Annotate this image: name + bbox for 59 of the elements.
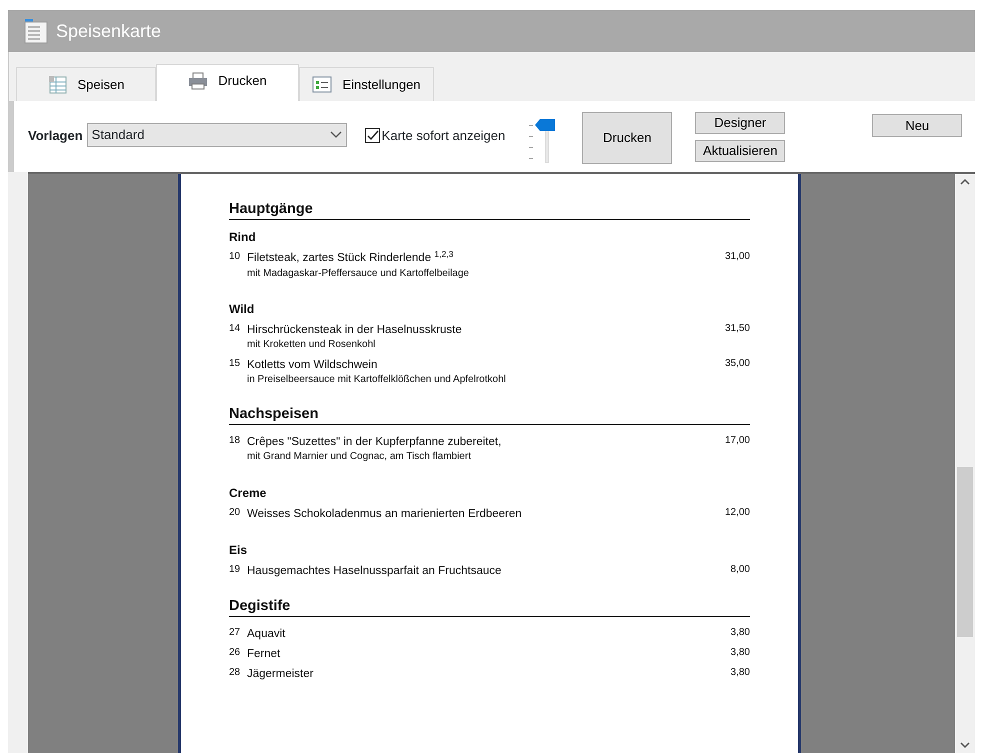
item-name: Crêpes "Suzettes" in der Kupferpfanne zubereitet, (247, 434, 502, 450)
new-button[interactable]: Neu (872, 114, 962, 137)
tab[interactable]: Einstellungen (299, 67, 434, 101)
item-number: 10 (229, 251, 242, 264)
item-name: Jägermeister (247, 667, 314, 682)
item-number: 14 (229, 323, 242, 336)
item-description: in Preiselbeersauce mit Kartoffelklößchen und Apfelrotkohl (247, 374, 507, 387)
designer-button[interactable]: Designer (695, 112, 786, 134)
item-price: 8,00 (730, 564, 750, 578)
item-price: 35,00 (724, 358, 750, 371)
template-dropdown[interactable]: Standard (86, 123, 347, 147)
item-price: 3,80 (730, 667, 750, 680)
item-description: mit Kroketten und Rosenkohl (247, 339, 376, 352)
list-icon (312, 74, 332, 94)
item-name: Aquavit (247, 626, 286, 641)
item-description: mit Grand Marnier und Cognac, am Tisch flambiert (247, 451, 472, 464)
subheading: Creme (229, 486, 268, 501)
item-number: 19 (229, 564, 242, 578)
item-name: Filetsteak, zartes Stück Rinderlende $^{1,2,3}$ (247, 251, 454, 266)
subheading: Eis (229, 543, 248, 558)
checkbox-label: Karte sofort anzeigen (382, 127, 506, 145)
section-heading: Hauptgänge (229, 200, 750, 220)
item-name: Kotletts vom Wildschwein (247, 358, 378, 372)
item-name: Hausgemachtes Haselnussparfait an Fruchtsauce (247, 564, 502, 578)
item-number: 26 (229, 647, 242, 660)
item-price: 17,00 (724, 434, 750, 448)
item-description: mit Madagaskar-Pfeffersauce und Kartoffelbeilage (247, 268, 470, 280)
item-name: Hirschrückensteak in der Haselnusskruste (247, 323, 463, 338)
section-heading: Nachspeisen (229, 404, 750, 425)
item-name: Fernet (247, 647, 282, 662)
scroll-thumb[interactable] (957, 467, 973, 637)
item-number: 15 (229, 358, 242, 371)
item-price: 12,00 (724, 506, 750, 520)
item-number: 27 (229, 626, 242, 640)
app-icon (24, 18, 48, 44)
item-price: 31,00 (724, 251, 750, 264)
section-heading: Degistife (229, 596, 750, 617)
item-name: Weisses Schokoladenmus an marienierten Erdbeeren (247, 506, 523, 522)
item-price: 31,50 (724, 323, 750, 336)
tab[interactable]: Drucken (156, 64, 299, 101)
subheading: Wild (229, 302, 256, 317)
item-number: 20 (229, 506, 242, 520)
subheading: Rind (229, 230, 257, 246)
scroll-down-icon[interactable] (960, 742, 970, 749)
checkbox[interactable] (364, 128, 380, 144)
refresh-button[interactable]: Aktualisieren (695, 140, 786, 162)
chevron-down-icon (330, 131, 342, 139)
item-number: 18 (229, 434, 242, 448)
item-price: 3,80 (730, 626, 750, 640)
printer-icon (188, 71, 208, 91)
scrollbar[interactable] (955, 174, 975, 753)
item-number: 28 (229, 667, 242, 680)
print-button[interactable]: Drucken (582, 112, 672, 164)
item-price: 3,80 (730, 647, 750, 660)
window-title: Speisenkarte (56, 20, 162, 43)
scroll-up-icon[interactable] (960, 178, 970, 185)
table-icon (48, 74, 68, 94)
tab[interactable]: Speisen (16, 67, 156, 101)
template-label: Vorlagen (28, 127, 83, 145)
